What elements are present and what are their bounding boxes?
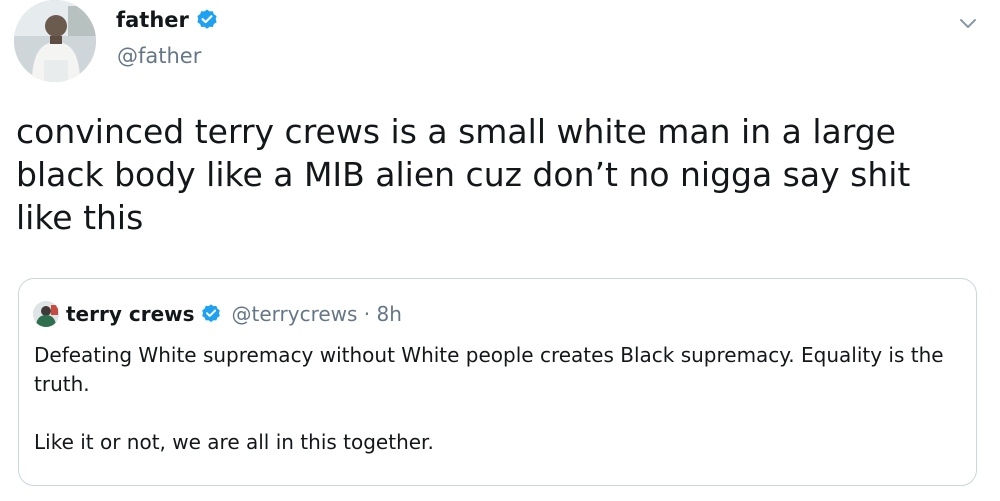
quoted-tweet-paragraph: Like it or not, we are all in this toget… (34, 430, 434, 454)
chevron-down-icon[interactable] (955, 10, 981, 36)
quoted-tweet-paragraph: Defeating White supremacy without White … (34, 343, 944, 396)
tweet-card: father @father convinced terry crews is … (0, 0, 1000, 501)
meta-separator: · (357, 302, 377, 326)
quoted-tweet-time: 8h (376, 302, 402, 326)
quoted-author-handle: @terrycrews (231, 302, 358, 326)
quoted-author-display-name: terry crews (66, 302, 195, 326)
tweet-text: convinced terry crews is a small white m… (16, 112, 921, 237)
verified-badge-icon (201, 304, 220, 322)
person-avatar-icon (33, 301, 59, 327)
author-handle[interactable]: @father (117, 42, 201, 70)
quoted-author-avatar (33, 301, 59, 327)
person-avatar-icon (14, 0, 96, 82)
verified-badge-icon (197, 9, 217, 29)
quoted-tweet-card[interactable]: terry crews @terrycrews · 8h Defeating W… (18, 278, 977, 486)
author-avatar[interactable] (14, 0, 96, 82)
author-name-row: father (116, 6, 219, 34)
author-display-name[interactable]: father (116, 6, 189, 34)
quoted-tweet-text: Defeating White supremacy without White … (34, 341, 964, 457)
quoted-tweet-header: terry crews @terrycrews · 8h (33, 299, 402, 329)
